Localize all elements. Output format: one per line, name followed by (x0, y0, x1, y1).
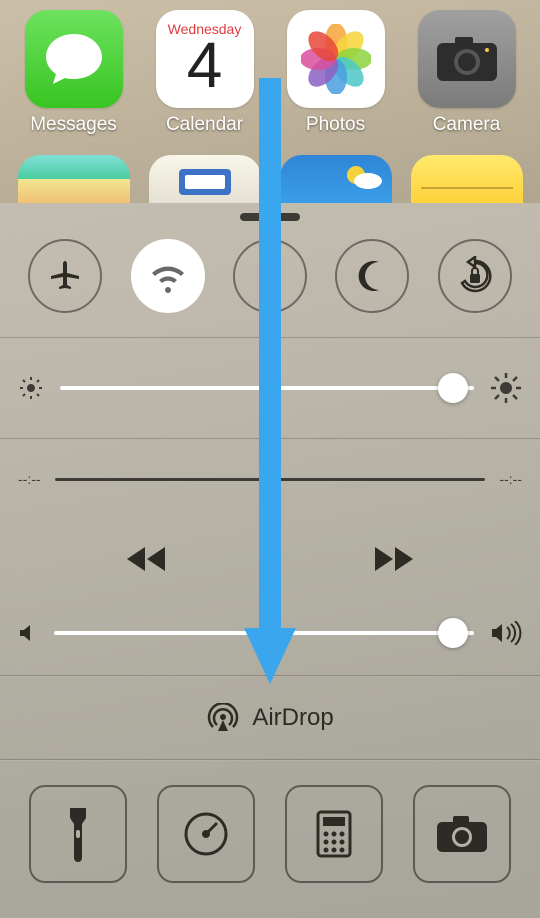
flashlight-icon (67, 806, 89, 862)
app-messages[interactable]: Messages (14, 10, 134, 136)
timer-button[interactable] (157, 785, 255, 883)
media-remaining: --:-- (499, 471, 522, 487)
app-partial[interactable] (149, 155, 261, 203)
messages-icon (25, 10, 123, 108)
volume-high-icon (490, 621, 522, 645)
camera-icon (418, 10, 516, 108)
calendar-day-number: 4 (187, 33, 223, 97)
wifi-icon (148, 259, 188, 293)
control-center-panel: --:-- --:-- AirDrop (0, 203, 540, 918)
wifi-toggle[interactable] (131, 239, 205, 313)
toggles-row (0, 233, 540, 338)
media-scrubber[interactable] (55, 478, 486, 481)
app-camera[interactable]: Camera (407, 10, 527, 136)
calendar-icon: Wednesday 4 (156, 10, 254, 108)
volume-slider[interactable] (54, 631, 474, 635)
bluetooth-toggle[interactable] (233, 239, 307, 313)
brightness-row (0, 338, 540, 439)
app-label: Camera (433, 114, 501, 136)
quick-launch-row (0, 760, 540, 917)
camera-quick-icon (435, 814, 489, 854)
brightness-low-icon (18, 375, 44, 401)
media-transport-controls (18, 545, 522, 575)
media-elapsed: --:-- (18, 471, 41, 487)
rotation-lock-icon (455, 256, 495, 296)
app-label: Calendar (166, 114, 243, 136)
photos-icon (287, 10, 385, 108)
app-label: Photos (306, 114, 365, 136)
airplane-icon (47, 258, 83, 294)
grabber-handle[interactable] (240, 213, 300, 221)
media-controls-section: --:-- --:-- (0, 439, 540, 676)
bluetooth-icon (259, 258, 281, 294)
app-partial[interactable] (280, 155, 392, 203)
volume-row (18, 621, 522, 645)
fast-forward-button[interactable] (373, 545, 415, 573)
orientation-lock-toggle[interactable] (438, 239, 512, 313)
app-label: Messages (30, 114, 117, 136)
flashlight-button[interactable] (29, 785, 127, 883)
airdrop-icon (206, 703, 240, 733)
play-button[interactable] (257, 545, 283, 575)
brightness-high-icon (490, 372, 522, 404)
app-partial[interactable] (411, 155, 523, 203)
airplane-mode-toggle[interactable] (28, 239, 102, 313)
do-not-disturb-toggle[interactable] (335, 239, 409, 313)
airdrop-label: AirDrop (252, 704, 333, 732)
calculator-button[interactable] (285, 785, 383, 883)
rewind-button[interactable] (125, 545, 167, 573)
timer-icon (181, 809, 231, 859)
moon-icon (355, 259, 389, 293)
volume-slider-thumb[interactable] (438, 618, 468, 648)
calculator-icon (316, 810, 352, 858)
camera-button[interactable] (413, 785, 511, 883)
app-partial[interactable] (18, 155, 130, 203)
volume-low-icon (18, 623, 38, 643)
brightness-slider[interactable] (60, 386, 474, 390)
brightness-slider-thumb[interactable] (438, 373, 468, 403)
app-photos[interactable]: Photos (276, 10, 396, 136)
airdrop-button[interactable]: AirDrop (0, 676, 540, 760)
home-apps-row-2 (0, 155, 540, 203)
media-scrubber-row: --:-- --:-- (18, 471, 522, 487)
app-calendar[interactable]: Wednesday 4 Calendar (145, 10, 265, 136)
home-apps-row: Messages Wednesday 4 Calendar (0, 0, 540, 136)
